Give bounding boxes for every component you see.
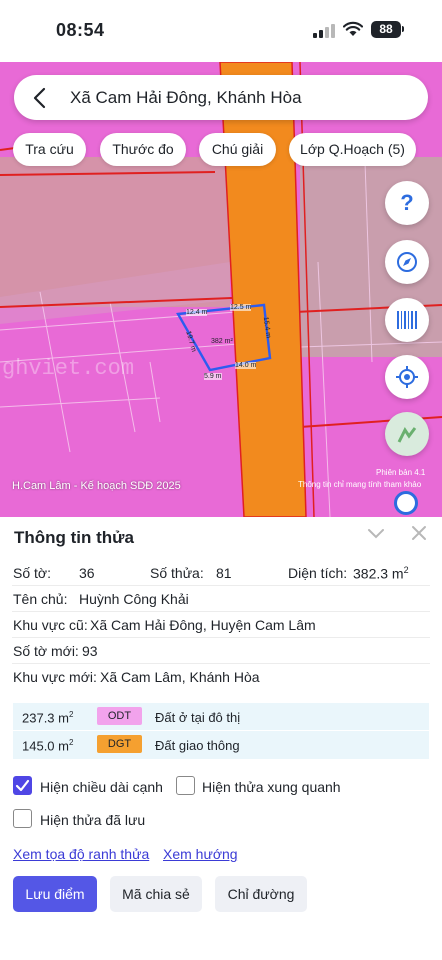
map-plan-caption: H.Cam Lâm - Kế hoạch SDĐ 2025 [12,480,181,492]
dien-tich-value: 382.3 m2 [353,565,409,582]
so-to-moi-label: Số tờ mới: [13,643,79,659]
ten-chu-value: Huỳnh Công Khải [79,591,189,607]
question-icon: ? [400,190,414,215]
khu-vuc-cu-value: Xã Cam Hải Đông, Huyện Cam Lâm [90,617,316,633]
location-dot-icon [394,491,418,515]
so-thua-label: Số thửa: [150,565,204,581]
directions-button[interactable]: Chỉ đường [215,876,307,912]
battery-icon: 88 [371,21,404,38]
checkmark-icon [15,779,30,792]
barcode-button[interactable] [385,298,429,342]
view-boundary-coordinates-link[interactable]: Xem tọa độ ranh thửa [13,846,149,862]
edge-length-label: 14.0 m [235,362,257,369]
edge-length-label: 5.9 m [204,373,222,380]
locate-icon [396,366,418,388]
share-code-button[interactable]: Mã chia sẻ [110,876,202,912]
land-use-desc: Đất ở tại đô thị [155,710,241,725]
show-neighbor-parcels-checkbox[interactable] [176,776,195,795]
status-time: 08:54 [56,20,105,40]
map-layer-thumbnail-button[interactable] [385,412,429,456]
new-area-row: Khu vực mới: Xã Cam Lâm, Khánh Hòa [0,663,442,689]
compass-button[interactable] [385,240,429,284]
map-layer-icon [397,427,417,443]
map-view[interactable]: ghviet.com 382 m² 12.4 m 12.5 m 15.4 m 1… [0,62,442,517]
so-to-value: 36 [79,565,95,581]
land-use-desc: Đất giao thông [155,738,240,753]
land-use-code-badge: DGT [97,735,142,753]
view-direction-link[interactable]: Xem hướng [163,846,238,862]
khu-vuc-cu-label: Khu vực cũ: [13,617,88,633]
save-point-button[interactable]: Lưu điểm [13,876,97,912]
so-to-moi-value: 93 [82,643,98,659]
map-disclaimer: Thông tin chỉ mang tính tham khảo [298,480,422,489]
signal-icon [313,24,337,38]
parcel-area-label: 382 m² [211,338,233,345]
khu-vuc-moi-value: Xã Cam Lâm, Khánh Hòa [100,669,260,685]
status-bar: 08:54 88 [0,0,442,62]
map-watermark: ghviet.com [2,356,135,381]
old-area-row: Khu vực cũ: Xã Cam Hải Đông, Huyện Cam L… [0,611,442,637]
chu-giai-chip[interactable]: Chú giải [199,133,276,166]
show-neighbor-parcels-label[interactable]: Hiện thửa xung quanh [202,779,341,795]
edge-length-label: 12.5 m [230,304,252,311]
wifi-icon [343,21,363,36]
dien-tich-label: Diện tích: [288,565,348,581]
land-use-area: 237.3 m2 [22,710,74,726]
lop-quy-hoach-chip[interactable]: Lớp Q.Hoạch (5) [289,133,416,166]
search-location-text[interactable]: Xã Cam Hải Đông, Khánh Hòa [70,88,302,108]
show-saved-parcels-label[interactable]: Hiện thửa đã lưu [40,812,145,828]
land-use-row: 237.3 m2 ODT Đất ở tại đô thị [13,703,429,731]
land-use-row: 145.0 m2 DGT Đất giao thông [13,731,429,759]
map-canvas[interactable] [0,62,442,517]
search-bar[interactable]: Xã Cam Hải Đông, Khánh Hòa [14,75,428,120]
so-to-label: Số tờ: [13,565,51,581]
close-icon[interactable] [411,525,427,541]
tra-cuu-chip[interactable]: Tra cứu [13,133,86,166]
ten-chu-label: Tên chủ: [13,591,68,607]
owner-row: Tên chủ: Huỳnh Công Khải [0,585,442,611]
edge-length-label: 12.4 m [186,309,208,316]
help-button[interactable]: ? [385,181,429,225]
so-thua-value: 81 [216,565,232,581]
thuoc-do-chip[interactable]: Thước đo [100,133,186,166]
land-use-code-badge: ODT [97,707,142,725]
show-edge-length-checkbox[interactable] [13,776,32,795]
land-use-table: 237.3 m2 ODT Đất ở tại đô thị 145.0 m2 D… [13,703,429,759]
back-arrow-icon[interactable] [30,87,50,109]
compass-icon [397,252,417,272]
barcode-icon [397,311,417,329]
chevron-down-icon[interactable] [367,527,385,541]
new-sheet-row: Số tờ mới: 93 [0,637,442,663]
khu-vuc-moi-label: Khu vực mới: [13,669,97,685]
parcel-number-row: Số tờ: 36 Số thửa: 81 Diện tích: 382.3 m… [0,559,442,585]
map-version: Phiên bản 4.1 [376,468,426,477]
land-use-area: 145.0 m2 [22,738,74,754]
show-edge-length-label[interactable]: Hiện chiều dài cạnh [40,779,163,795]
panel-title: Thông tin thửa [14,528,134,547]
parcel-info-panel: Thông tin thửa Số tờ: 36 Số thửa: 81 Diệ… [0,517,442,960]
show-saved-parcels-checkbox[interactable] [13,809,32,828]
my-location-button[interactable] [385,355,429,399]
